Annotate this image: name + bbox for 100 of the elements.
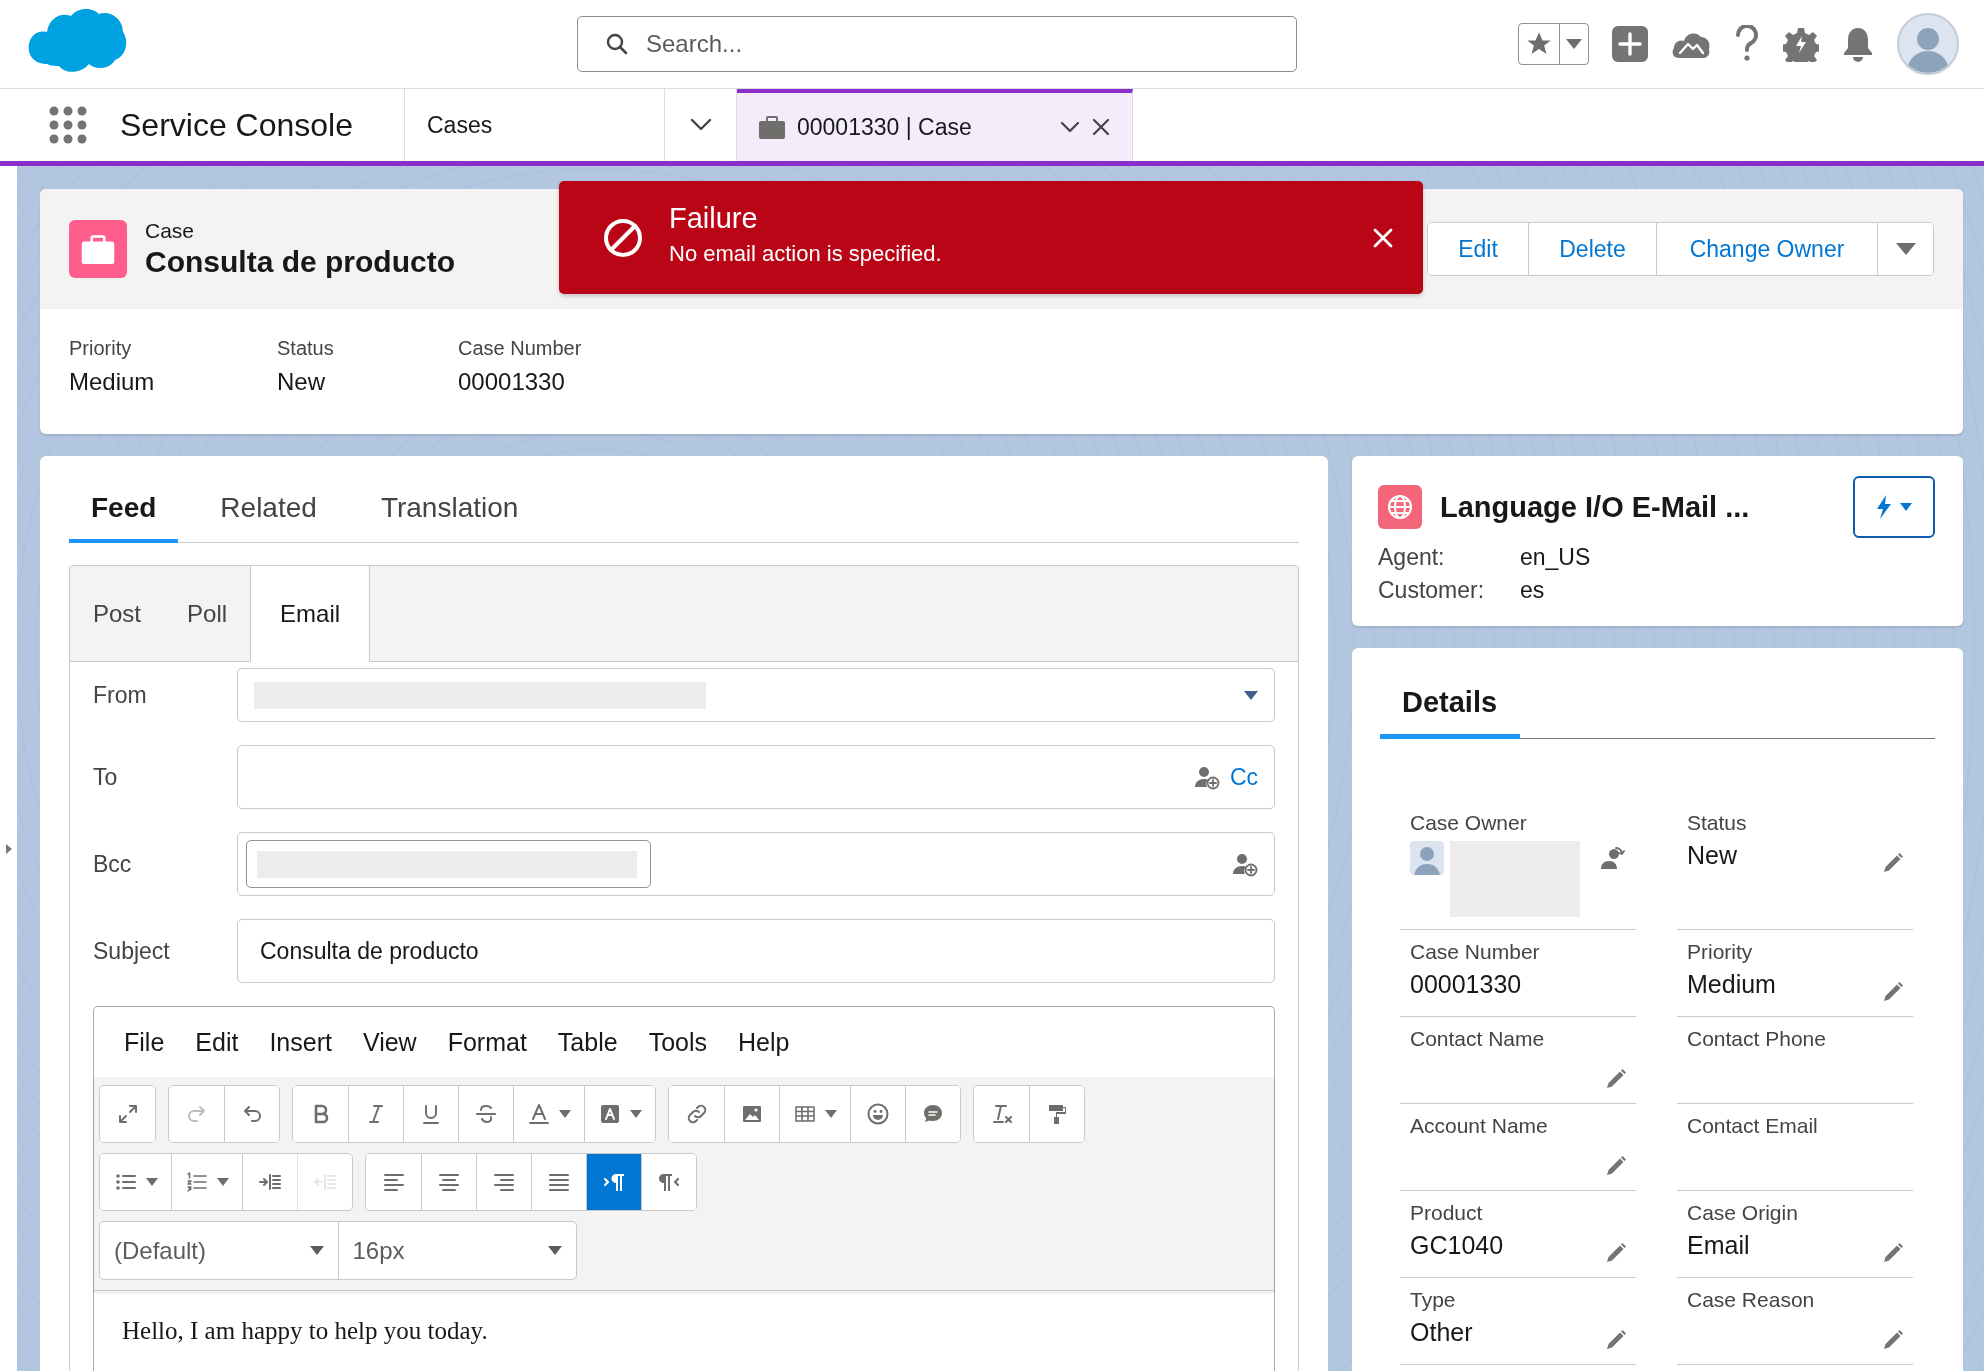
- card-title: Language I/O E-Mail ...: [1440, 490, 1751, 524]
- publisher-tab[interactable]: Poll: [164, 566, 251, 661]
- publisher-tab[interactable]: Email: [250, 566, 371, 662]
- field-label: Case Number: [1410, 940, 1540, 964]
- add-person-icon[interactable]: [1232, 851, 1258, 877]
- pencil-icon[interactable]: [1604, 1154, 1628, 1178]
- field-label: Status: [1687, 811, 1747, 835]
- email-body-text: Hello, I am happy to help you today.: [121, 1316, 489, 1346]
- caret-icon: [309, 1246, 324, 1255]
- pencil-icon[interactable]: [1881, 851, 1905, 875]
- toolbar-button[interactable]: [1029, 1086, 1084, 1142]
- direction-button[interactable]: [641, 1154, 696, 1210]
- field-label: Type: [1410, 1288, 1456, 1312]
- field-value: New: [1687, 841, 1737, 870]
- toolbar-button[interactable]: [905, 1086, 960, 1142]
- recipient-pill[interactable]: [246, 840, 651, 888]
- subject-field[interactable]: Consulta de producto: [237, 919, 1275, 983]
- field-label: Bcc: [93, 850, 133, 878]
- field-label: Customer:: [1378, 577, 1486, 604]
- field-label: Priority: [1687, 940, 1753, 964]
- caret-icon: [1895, 243, 1916, 255]
- toast-title: Failure: [669, 202, 759, 235]
- field-value: Medium: [1687, 970, 1776, 999]
- notifications-icon[interactable]: [1841, 26, 1875, 62]
- pencil-icon[interactable]: [1881, 1328, 1905, 1352]
- menu-item[interactable]: View: [362, 1027, 433, 1057]
- details-tab[interactable]: Details: [1380, 670, 1520, 739]
- toolbar-button[interactable]: [224, 1086, 279, 1142]
- menu-item[interactable]: Tools: [648, 1027, 723, 1057]
- more-actions-button[interactable]: [1877, 223, 1933, 275]
- feed-tab[interactable]: Translation: [358, 476, 541, 543]
- field-label: Contact Email: [1687, 1114, 1818, 1138]
- menu-item[interactable]: File: [124, 1027, 181, 1057]
- pencil-icon[interactable]: [1604, 1328, 1628, 1352]
- search-icon: [605, 32, 629, 56]
- settings-icon[interactable]: [1783, 26, 1819, 62]
- search-field[interactable]: Search...: [577, 16, 1297, 72]
- object-label: Case: [145, 219, 196, 243]
- pencil-icon[interactable]: [1881, 1241, 1905, 1265]
- field-label: Product: [1410, 1201, 1483, 1225]
- field-label: From: [93, 681, 148, 709]
- add-person-icon[interactable]: [1193, 764, 1220, 790]
- menu-item[interactable]: Insert: [269, 1027, 348, 1057]
- field-label: Case Owner: [1410, 811, 1527, 835]
- add-icon[interactable]: [1611, 25, 1649, 63]
- briefcase-icon: [759, 115, 785, 139]
- lightning-icon: [1876, 495, 1892, 519]
- action-button[interactable]: Edit: [1428, 223, 1528, 275]
- chevron-down-icon[interactable]: [689, 118, 712, 132]
- briefcase-icon: [81, 234, 115, 264]
- action-button[interactable]: Delete: [1528, 223, 1656, 275]
- bcc-field[interactable]: [237, 832, 1275, 896]
- actions-menu-button[interactable]: [1853, 476, 1935, 538]
- text-color-icon: [527, 1102, 551, 1126]
- action-button[interactable]: Change Owner: [1656, 223, 1877, 275]
- pencil-icon[interactable]: [1604, 1067, 1628, 1091]
- field-value: Medium: [69, 368, 156, 396]
- caret-icon: [1900, 503, 1912, 511]
- highlight-color-icon: [598, 1102, 622, 1126]
- pencil-icon[interactable]: [1881, 980, 1905, 1004]
- avatar-icon[interactable]: [1897, 13, 1959, 75]
- to-field[interactable]: Cc: [237, 745, 1275, 809]
- direction-button[interactable]: [586, 1154, 641, 1210]
- globe-drawing: [1386, 493, 1414, 521]
- emoji-icon: [866, 1102, 890, 1126]
- caret-icon: [217, 1178, 229, 1186]
- chevron-down-icon[interactable]: [1060, 121, 1080, 133]
- menu-item[interactable]: Format: [447, 1027, 543, 1057]
- toolbar-button[interactable]: [584, 1086, 655, 1142]
- toolbar-button[interactable]: [100, 1086, 155, 1142]
- font-size-dropdown[interactable]: 16px: [337, 1222, 576, 1279]
- field-value: en_US: [1520, 544, 1591, 571]
- menu-item[interactable]: Table: [557, 1027, 634, 1057]
- feed-tab[interactable]: Related: [198, 476, 339, 543]
- field-label: Case Origin: [1687, 1201, 1798, 1225]
- nav-tab[interactable]: Cases: [405, 89, 665, 161]
- font-family-dropdown[interactable]: (Default): [100, 1222, 338, 1279]
- menu-item[interactable]: Edit: [195, 1027, 255, 1057]
- field-label: Account Name: [1410, 1114, 1548, 1138]
- publisher-tab[interactable]: Post: [70, 566, 165, 661]
- caret-icon: [559, 1110, 571, 1118]
- cc-link[interactable]: Cc: [1229, 763, 1258, 791]
- app-launcher-icon[interactable]: [48, 105, 88, 145]
- field-value: New: [277, 368, 326, 396]
- menu-item[interactable]: Help: [738, 1027, 806, 1057]
- help-icon[interactable]: [1733, 25, 1761, 63]
- field-label: Agent:: [1378, 544, 1446, 571]
- close-icon[interactable]: [1092, 118, 1110, 136]
- pencil-icon[interactable]: [1604, 1241, 1628, 1265]
- caret-icon: [1566, 39, 1582, 49]
- field-label: Contact Phone: [1687, 1027, 1826, 1051]
- caret-icon: [548, 1246, 562, 1255]
- toast-message: No email action is specified.: [669, 241, 943, 267]
- change-owner-icon[interactable]: [1600, 845, 1626, 871]
- caret-icon[interactable]: [5, 843, 12, 854]
- field-label: Contact Name: [1410, 1027, 1545, 1051]
- field-value: Email: [1687, 1231, 1750, 1260]
- field-value: 00001330: [1410, 970, 1522, 999]
- feed-tab[interactable]: Feed: [69, 476, 179, 543]
- field-label: Case Reason: [1687, 1288, 1815, 1312]
